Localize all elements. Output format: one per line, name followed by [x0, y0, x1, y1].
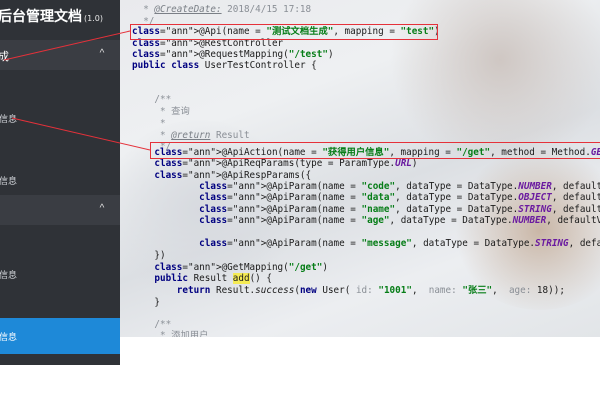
code-line: return Result.success(new User( id: "100…	[176, 285, 565, 296]
sidebar-item-label: 信息	[0, 333, 18, 343]
code-line: * @CreateDate: 2018/4/15 17:18	[132, 4, 312, 15]
code-line: public Result add() {	[154, 273, 272, 284]
code-line: public class UserTestController {	[132, 60, 317, 71]
sidebar-item-label: 信息	[0, 177, 18, 187]
code-line: class="ann">@ApiParam(name = "message", …	[199, 238, 600, 249]
code-line: class="ann">@ApiParam(name = "age", data…	[199, 215, 600, 226]
code-line: }	[132, 297, 160, 308]
sidebar-group-1[interactable]: 成 ^	[0, 40, 120, 70]
sidebar-item-4-active[interactable]: 信息	[0, 318, 120, 354]
code-line: class="ann">@ApiParam(name = "data", dat…	[199, 192, 600, 203]
sidebar: 后台管理文档 (1.0) 成 ^ 信息 信息 ^ 信息 信息	[0, 0, 120, 365]
code-line: })	[132, 250, 166, 261]
code-line: * 查询	[132, 106, 190, 117]
chevron-up-icon[interactable]: ^	[96, 48, 108, 60]
sidebar-item-label: 信息	[0, 115, 18, 125]
sidebar-item-label: 信息	[0, 271, 18, 281]
sidebar-item-1[interactable]: 信息	[0, 102, 120, 134]
chevron-up-icon[interactable]: ^	[96, 203, 108, 215]
sidebar-item-3[interactable]: 信息	[0, 258, 120, 290]
brand-title-text: 后台管理文档	[0, 9, 82, 25]
brand-version: (1.0)	[84, 14, 103, 23]
sidebar-group-2[interactable]: ^	[0, 195, 120, 225]
sidebar-group-label: 成	[0, 50, 9, 63]
code-line: class="ann">@ApiReqParams(type = ParamTy…	[154, 158, 418, 169]
code-line: *	[132, 118, 166, 129]
brand-title: 后台管理文档 (1.0)	[0, 6, 103, 28]
annotation-box-api	[130, 24, 438, 40]
sidebar-item-2[interactable]: 信息	[0, 164, 120, 196]
code-line: /**	[132, 94, 172, 105]
blank-area	[120, 337, 600, 400]
code-line: * 添加用户	[132, 330, 209, 337]
code-screenshot: * @CreateDate: 2018/4/15 17:18 */class="…	[120, 0, 600, 337]
annotation-box-apiaction	[150, 142, 600, 159]
